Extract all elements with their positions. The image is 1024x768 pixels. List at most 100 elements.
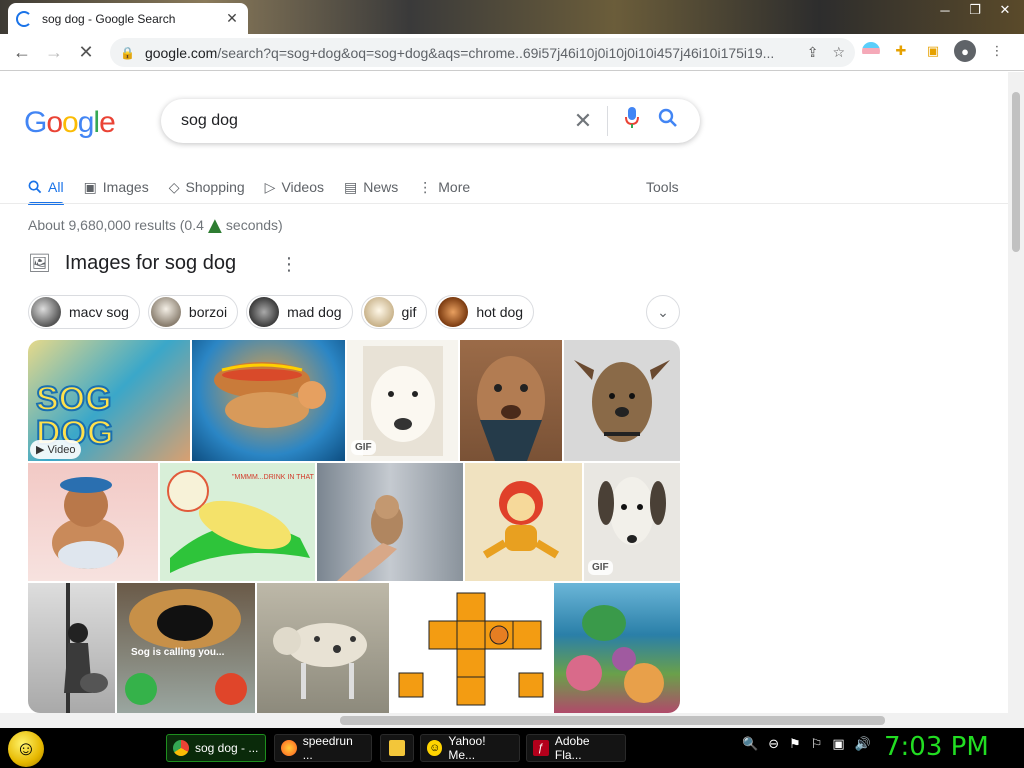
vertical-scroll-thumb[interactable] <box>1012 92 1020 252</box>
back-icon[interactable]: ← <box>6 36 38 68</box>
taskbar-item-adobe-flash[interactable]: ƒ Adobe Fla... <box>526 734 626 762</box>
logo-letter: G <box>24 106 47 139</box>
chip-thumbnail <box>438 297 469 327</box>
lock-icon[interactable]: 🔒 <box>120 46 135 60</box>
chrome-menu-icon[interactable]: ⋮ <box>986 40 1008 62</box>
gif-badge: GIF <box>588 560 613 575</box>
search-icon[interactable] <box>650 108 686 134</box>
search-input[interactable]: sog dog <box>181 112 565 130</box>
image-result[interactable] <box>192 340 345 461</box>
tools-button[interactable]: Tools <box>646 172 679 202</box>
window-controls: ─ ❐ ✕ <box>932 0 1018 20</box>
searchbox-divider <box>607 106 608 136</box>
browser-toolbar: ← → ✕ 🔒 google.com/search?q=sog+dog&oq=s… <box>0 34 1024 71</box>
google-logo[interactable]: Google <box>24 106 116 140</box>
chip-label: macv sog <box>69 304 129 320</box>
microphone-icon[interactable] <box>614 107 650 135</box>
browser-tab[interactable]: sog dog - Google Search ✕ <box>8 3 248 34</box>
adobe-flash-icon: ƒ <box>533 740 549 756</box>
horizontal-scrollbar[interactable] <box>0 713 1008 728</box>
image-result[interactable] <box>317 463 463 581</box>
taskbar-item-yahoo[interactable]: ☺ Yahoo! Me... <box>420 734 520 762</box>
profile-avatar-icon[interactable]: ● <box>954 40 976 62</box>
image-result[interactable] <box>28 583 115 713</box>
share-icon[interactable]: ⇪ <box>807 44 819 61</box>
image-result[interactable]: GIF <box>347 340 458 461</box>
taskbar-clock[interactable]: 7:03 PM <box>884 732 989 762</box>
logo-letter: e <box>99 106 116 139</box>
side-panel-icon[interactable]: ▣ <box>922 40 944 62</box>
image-result[interactable] <box>257 583 389 713</box>
minimize-icon[interactable]: ─ <box>932 0 958 20</box>
images-section-title[interactable]: Images for sog dog <box>65 252 236 275</box>
horizontal-scroll-thumb[interactable] <box>340 716 885 725</box>
tab-images[interactable]: ▣ Images <box>84 172 149 202</box>
chip-thumbnail <box>150 297 181 327</box>
chip-thumbnail <box>249 297 280 327</box>
tab-news[interactable]: ▤ News <box>344 172 398 202</box>
volume-tray-icon[interactable]: 🔊 <box>855 736 871 752</box>
tab-more[interactable]: ⋮ More <box>418 172 470 202</box>
tab-all[interactable]: All <box>28 172 64 205</box>
security-tray-icon[interactable]: ⚑ <box>789 736 801 752</box>
close-window-icon[interactable]: ✕ <box>992 0 1018 20</box>
search-tabs: All ▣ Images ◇ Shopping ▷ Videos ▤ News … <box>28 172 470 205</box>
image-result[interactable] <box>460 340 562 461</box>
forward-icon[interactable]: → <box>38 36 70 68</box>
tab-videos[interactable]: ▷ Videos <box>265 172 324 202</box>
image-result[interactable]: Sog is calling you... <box>117 583 255 713</box>
extension-flag-icon[interactable] <box>862 42 880 60</box>
gif-badge: GIF <box>351 440 376 455</box>
chip-macv-sog[interactable]: macv sog <box>28 295 140 329</box>
image-result[interactable] <box>564 340 680 461</box>
image-grid: SOG DOG ▶ Video GIF "MMMM...DRINK IN THA… <box>28 340 680 713</box>
chip-label: gif <box>401 304 417 320</box>
close-tab-icon[interactable]: ✕ <box>224 10 240 27</box>
image-result[interactable] <box>554 583 680 713</box>
video-badge-label: Video <box>47 444 76 456</box>
url-path: /search?q=sog+dog&oq=sog+dog&aqs=chrome.… <box>217 44 775 61</box>
more-options-icon[interactable]: ⋮ <box>280 254 298 275</box>
taskbar-item-label: Adobe Fla... <box>554 734 590 762</box>
minus-circle-tray-icon[interactable]: ⊖ <box>768 736 779 752</box>
image-result[interactable] <box>391 583 552 713</box>
expand-chips-chevron-icon[interactable]: ⌄ <box>646 295 680 329</box>
url-text[interactable]: google.com/search?q=sog+dog&oq=sog+dog&a… <box>145 45 807 61</box>
chip-mad-dog[interactable]: mad dog <box>246 295 353 329</box>
image-caption: Sog is calling you... <box>131 647 225 658</box>
flag-tray-icon[interactable]: ⚐ <box>811 736 823 752</box>
chip-hot-dog[interactable]: hot dog <box>435 295 535 329</box>
chip-thumbnail <box>31 297 61 327</box>
news-icon: ▤ <box>344 178 358 195</box>
network-tray-icon[interactable]: ▣ <box>832 736 844 752</box>
vertical-scrollbar[interactable] <box>1008 72 1024 728</box>
taskbar-item-chrome[interactable]: sog dog - ... <box>166 734 266 762</box>
clear-icon[interactable]: ✕ <box>565 108 601 134</box>
search-box[interactable]: sog dog ✕ <box>161 99 700 143</box>
image-result[interactable]: GIF <box>584 463 680 581</box>
restore-icon[interactable]: ❐ <box>962 0 988 20</box>
address-bar[interactable]: 🔒 google.com/search?q=sog+dog&oq=sog+dog… <box>110 38 855 67</box>
image-result[interactable]: SOG DOG ▶ Video <box>28 340 190 461</box>
taskbar-item-folder[interactable] <box>380 734 414 762</box>
tab-label: More <box>438 179 471 195</box>
tab-label: Videos <box>281 179 325 195</box>
image-result[interactable]: "MMMM...DRINK IN THAT BUN!" <box>160 463 315 581</box>
logo-letter: g <box>77 106 95 139</box>
chip-label: hot dog <box>476 304 524 320</box>
search-tray-icon[interactable]: 🔍 <box>742 736 758 752</box>
chip-borzoi[interactable]: borzoi <box>147 295 239 329</box>
image-result[interactable] <box>28 463 158 581</box>
taskbar: ☺ sog dog - ... speedrun ... ☺ Yahoo! Me… <box>0 728 1024 768</box>
chrome-icon <box>173 740 189 756</box>
image-result[interactable] <box>465 463 582 581</box>
results-stats-text: About 9,680,000 results (0.4 <box>28 217 204 233</box>
taskbar-item-firefox[interactable]: speedrun ... <box>274 734 372 762</box>
extensions-puzzle-icon[interactable]: ✚ <box>890 40 912 62</box>
chip-gif[interactable]: gif <box>360 295 428 329</box>
stop-loading-icon[interactable]: ✕ <box>70 36 102 68</box>
tab-shopping[interactable]: ◇ Shopping <box>169 172 245 202</box>
start-button-smiley-icon[interactable]: ☺ <box>8 731 44 767</box>
bookmark-star-icon[interactable]: ☆ <box>832 44 845 61</box>
video-badge: ▶ Video <box>30 440 82 459</box>
